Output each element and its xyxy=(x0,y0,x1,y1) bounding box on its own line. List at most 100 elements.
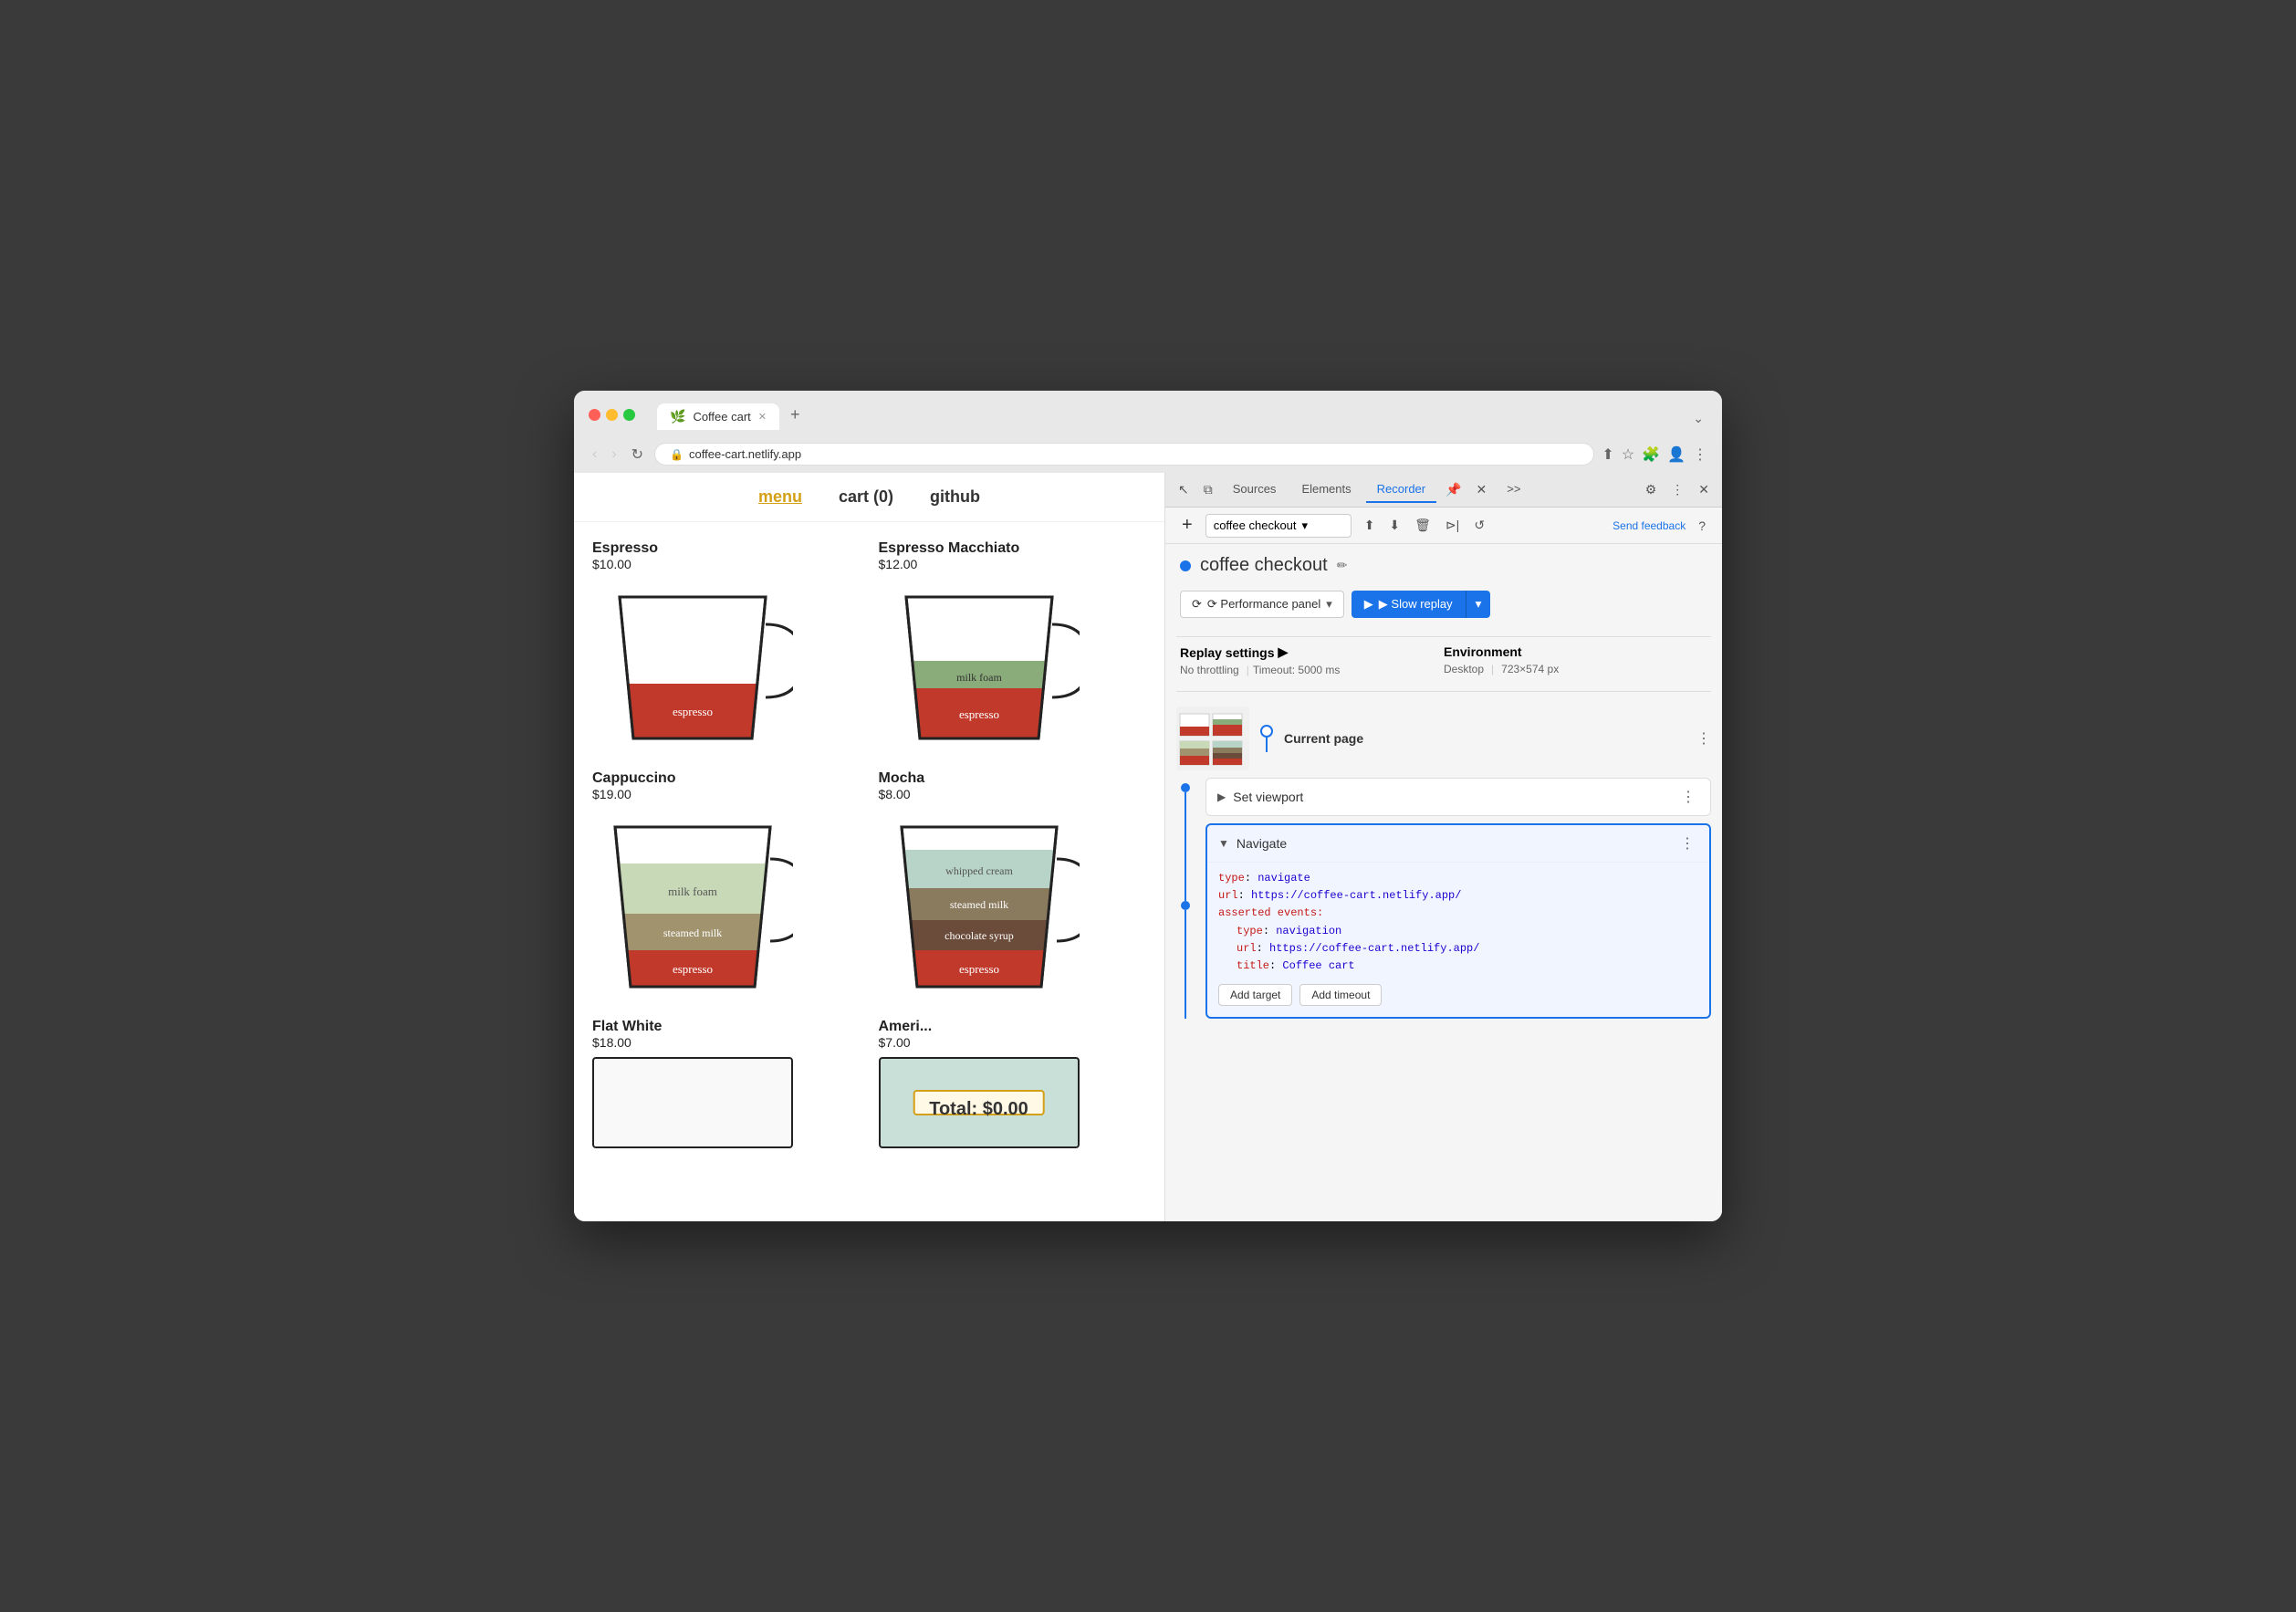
share-icon[interactable]: ⬆ xyxy=(1602,445,1613,464)
recording-select[interactable]: coffee checkout ▾ xyxy=(1205,514,1352,538)
website-area: menu cart (0) github Espresso $10.00 xyxy=(574,473,1165,1221)
product-price-mocha: $8.00 xyxy=(879,787,1147,801)
inspector-icon-btn[interactable]: ↖ xyxy=(1173,478,1195,501)
perf-panel-label: ⟳ Performance panel xyxy=(1207,597,1320,612)
tab-recorder[interactable]: Recorder xyxy=(1366,476,1436,503)
browser-tab[interactable]: 🌿 Coffee cart ✕ xyxy=(657,403,779,430)
record-btn[interactable]: ↺ xyxy=(1468,515,1490,536)
svg-text:chocolate syrup: chocolate syrup xyxy=(944,929,1014,942)
site-nav: menu cart (0) github xyxy=(574,473,1164,522)
back-btn[interactable]: ‹ xyxy=(589,445,600,465)
nav-cart-link[interactable]: cart (0) xyxy=(839,487,893,507)
step-more-btn-viewport[interactable]: ⋮ xyxy=(1677,788,1699,806)
bookmark-icon[interactable]: ☆ xyxy=(1622,445,1634,464)
code-value-title: Coffee cart xyxy=(1282,959,1354,972)
device-icon-btn[interactable]: ⧉ xyxy=(1198,478,1218,501)
product-card-mocha[interactable]: Mocha $8.00 whipped cream xyxy=(879,770,1147,1000)
help-btn[interactable]: ? xyxy=(1693,516,1711,536)
product-card-flat-white[interactable]: Flat White $18.00 xyxy=(592,1019,861,1148)
refresh-btn[interactable]: ↻ xyxy=(628,444,647,466)
title-bar: 🌿 Coffee cart ✕ + ⌄ xyxy=(574,391,1722,437)
minimize-window-btn[interactable] xyxy=(606,409,618,421)
recording-status-dot xyxy=(1180,560,1191,571)
recorder-pin-icon[interactable]: 📌 xyxy=(1440,478,1466,501)
step-expand-icon-navigate: ▼ xyxy=(1218,837,1229,850)
step-header-set-viewport[interactable]: ▶ Set viewport ⋮ xyxy=(1206,779,1710,815)
close-window-btn[interactable] xyxy=(589,409,600,421)
throttling-value: No throttling xyxy=(1180,664,1239,676)
product-card-americano[interactable]: Ameri... $7.00 Total: $0.00 xyxy=(879,1019,1147,1148)
step-replay-btn[interactable]: ⊳| xyxy=(1440,515,1465,536)
environment-label: Environment xyxy=(1444,644,1707,659)
code-value-url: https://coffee-cart.netlify.app/ xyxy=(1251,889,1461,902)
product-price-macchiato: $12.00 xyxy=(879,557,1147,571)
nav-menu-link[interactable]: menu xyxy=(758,487,802,507)
recorder-toolbar: + coffee checkout ▾ ⬆ ⬇ 🗑 ⊳| ↺ Send feed… xyxy=(1165,508,1722,544)
menu-icon[interactable]: ⋮ xyxy=(1693,445,1707,464)
browser-content: menu cart (0) github Espresso $10.00 xyxy=(574,473,1722,1221)
lock-icon: 🔒 xyxy=(670,448,684,461)
steps-area: ▶ Set viewport ⋮ ▼ Navigate ⋮ xyxy=(1176,778,1711,1019)
recording-title: coffee checkout xyxy=(1200,555,1328,576)
step-more-btn-navigate[interactable]: ⋮ xyxy=(1676,834,1698,853)
timeline-node-current xyxy=(1260,725,1273,738)
delete-recording-btn[interactable]: 🗑 xyxy=(1409,515,1436,536)
devtools-more-btn[interactable]: ⋮ xyxy=(1665,478,1689,501)
tab-elements[interactable]: Elements xyxy=(1290,476,1362,503)
add-recording-btn[interactable]: + xyxy=(1176,513,1198,538)
step-header-navigate[interactable]: ▼ Navigate ⋮ xyxy=(1207,825,1709,862)
forward-btn[interactable]: › xyxy=(608,445,620,465)
profile-icon[interactable]: 👤 xyxy=(1667,445,1685,464)
product-price-cappuccino: $19.00 xyxy=(592,787,861,801)
tab-more[interactable]: >> xyxy=(1496,476,1531,503)
send-feedback-link[interactable]: Send feedback xyxy=(1612,519,1685,532)
product-price-espresso: $10.00 xyxy=(592,557,861,571)
url-bar[interactable]: 🔒 coffee-cart.netlify.app xyxy=(654,443,1594,466)
close-recorder-tab-btn[interactable]: ✕ xyxy=(1471,478,1493,501)
svg-text:espresso: espresso xyxy=(958,707,998,721)
import-recording-btn[interactable]: ⬇ xyxy=(1383,515,1405,536)
code-key-type: type xyxy=(1218,872,1245,885)
product-name-macchiato: Espresso Macchiato xyxy=(879,540,1147,557)
add-timeout-btn[interactable]: Add timeout xyxy=(1299,984,1382,1006)
add-target-btn[interactable]: Add target xyxy=(1218,984,1292,1006)
new-tab-btn[interactable]: + xyxy=(781,400,809,430)
code-key-asserted: asserted events: xyxy=(1218,906,1323,919)
product-name-espresso: Espresso xyxy=(592,540,861,557)
export-recording-btn[interactable]: ⬆ xyxy=(1359,515,1381,536)
slow-replay-dropdown-btn[interactable]: ▾ xyxy=(1466,591,1491,618)
code-value-type: navigate xyxy=(1258,872,1310,885)
slow-replay-label: ▶ Slow replay xyxy=(1379,597,1453,612)
maximize-window-btn[interactable] xyxy=(623,409,635,421)
slow-replay-btn[interactable]: ▶ ▶ Slow replay xyxy=(1352,591,1466,618)
product-card-espresso[interactable]: Espresso $10.00 espresso xyxy=(592,540,861,752)
current-page-more-btn[interactable]: ⋮ xyxy=(1696,729,1711,748)
code-key-url: url xyxy=(1218,889,1238,902)
devtools-settings-btn[interactable]: ⚙ xyxy=(1640,478,1663,501)
tab-sources[interactable]: Sources xyxy=(1222,476,1288,503)
nav-github-link[interactable]: github xyxy=(930,487,980,507)
devtools-close-btn[interactable]: ✕ xyxy=(1693,478,1715,501)
recording-select-value: coffee checkout xyxy=(1214,518,1297,532)
product-card-macchiato[interactable]: Espresso Macchiato $12.00 milk foam xyxy=(879,540,1147,752)
total-bar: Total: $0.00 xyxy=(913,1090,1045,1115)
replay-info: Replay settings ▶ No throttling | Timeou… xyxy=(1176,636,1711,692)
current-page-info: Current page xyxy=(1284,731,1685,746)
performance-panel-btn[interactable]: ⟳ ⟳ Performance panel ▾ xyxy=(1180,591,1344,618)
product-price-flat-white: $18.00 xyxy=(592,1035,861,1050)
perf-panel-dropdown-arrow: ▾ xyxy=(1326,597,1332,612)
close-tab-btn[interactable]: ✕ xyxy=(758,411,767,423)
timeline-line-step2 xyxy=(1185,910,1186,1019)
environment-col: Environment Desktop | 723×574 px xyxy=(1444,644,1707,676)
product-card-cappuccino[interactable]: Cappuccino $19.00 milk foam xyxy=(592,770,861,1000)
page-thumbnail xyxy=(1176,707,1249,770)
edit-recording-title-btn[interactable]: ✏ xyxy=(1337,558,1348,573)
resolution-value: 723×574 px xyxy=(1501,663,1559,675)
extensions-icon[interactable]: 🧩 xyxy=(1642,445,1660,464)
code-value-nested-type: navigation xyxy=(1276,925,1341,937)
tab-dropdown-btn[interactable]: ⌄ xyxy=(1689,407,1707,430)
step-label-navigate: Navigate xyxy=(1237,836,1669,851)
recording-select-arrow: ▾ xyxy=(1302,518,1309,533)
product-price-americano: $7.00 xyxy=(879,1035,1147,1050)
replay-settings-row[interactable]: Replay settings ▶ xyxy=(1180,644,1444,660)
